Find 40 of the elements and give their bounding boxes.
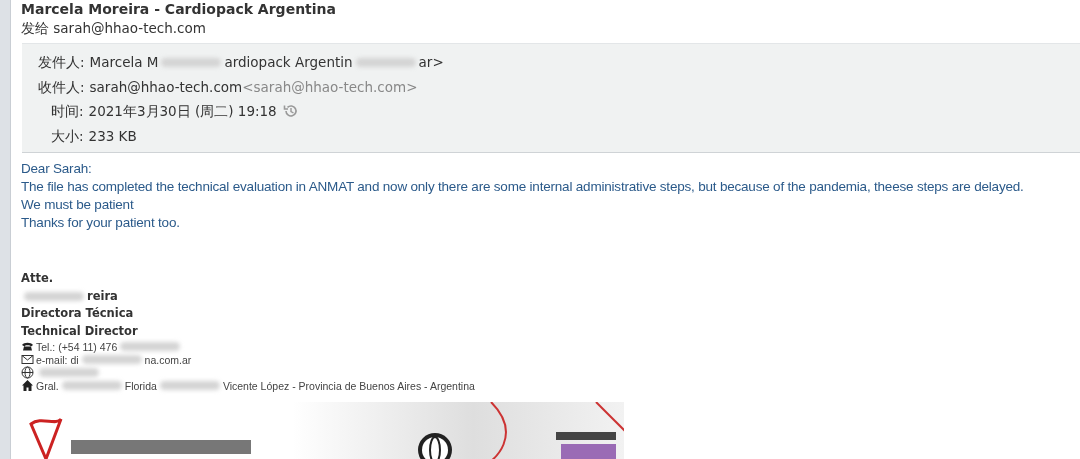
recipient-line: 发给 sarah@hhao-tech.com bbox=[21, 19, 207, 38]
email-subject: Marcela Moreira - Cardiopack Argentina bbox=[21, 0, 337, 18]
text: Gral. bbox=[36, 379, 59, 392]
field-label: 收件人: bbox=[38, 77, 85, 97]
redaction-blur bbox=[161, 57, 222, 67]
redaction-blur bbox=[81, 355, 142, 364]
text: e-mail: di bbox=[36, 353, 79, 366]
text: ardiopack Argentin bbox=[224, 53, 353, 72]
paragraph: Dear Sarah: bbox=[21, 160, 93, 178]
text: ar> bbox=[418, 53, 444, 72]
field-label: 发件人: bbox=[38, 53, 85, 72]
home-icon bbox=[21, 379, 34, 392]
text: Tel.: (+54 11) 476 bbox=[36, 340, 118, 353]
text: na.com.ar bbox=[144, 353, 192, 366]
redaction-blur bbox=[355, 57, 416, 67]
paragraph: Thanks for your patient too. bbox=[21, 214, 181, 232]
text: sarah@hhao-tech.com bbox=[89, 77, 243, 97]
text: Florida bbox=[124, 379, 157, 392]
redaction-blur bbox=[159, 381, 220, 390]
text: 2021年3月30日 (周二) 19:18 bbox=[88, 102, 277, 121]
text: 233 KB bbox=[88, 126, 137, 146]
field-label: 时间: bbox=[51, 102, 84, 121]
redaction-blur bbox=[39, 368, 99, 377]
text: Vicente López - Provincia de Buenos Aires - Argentina bbox=[222, 379, 475, 392]
redaction-blur bbox=[120, 342, 181, 351]
history-icon[interactable] bbox=[281, 103, 298, 120]
paragraph: We must be patient bbox=[21, 196, 135, 214]
text: Technical Director bbox=[21, 322, 138, 340]
field-label: 大小: bbox=[51, 126, 84, 146]
mail-icon bbox=[21, 353, 34, 366]
text: reira bbox=[87, 287, 118, 305]
text: Atte. bbox=[21, 270, 54, 287]
text: Directora Técnica bbox=[21, 305, 134, 322]
email-address: <sarah@hhao-tech.com> bbox=[242, 77, 418, 97]
globe-icon bbox=[21, 366, 34, 379]
phone-icon bbox=[21, 340, 34, 353]
paragraph: The file has completed the technical evaluation in ANMAT and now only there are some internal administrative steps, but because of the pandemia, theese steps are delayed. bbox=[21, 178, 1025, 196]
redaction-blur bbox=[61, 381, 122, 390]
redaction-blur bbox=[24, 291, 84, 301]
text: Marcela M bbox=[89, 53, 159, 72]
